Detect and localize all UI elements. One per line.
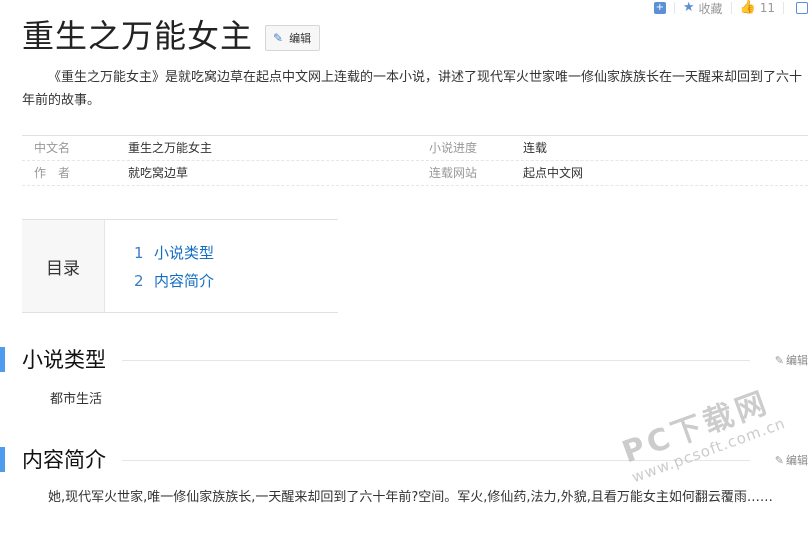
section-synopsis-header: 内容简介 ✎ 编辑 [0,445,808,475]
section-accent-bar [0,447,5,472]
top-toolbar: + ★ 收藏 👍 11 [653,0,808,16]
catalog-link[interactable]: 内容简介 [154,267,214,295]
section-divider [122,360,750,361]
catalog-list: 1 小说类型 2 内容简介 [105,220,214,312]
section-edit-link[interactable]: ✎ 编辑 [775,452,808,468]
share-icon [796,2,808,14]
toolbar-divider [673,2,675,14]
catalog-item-novel-type[interactable]: 1 小说类型 [134,239,214,267]
favorite-button[interactable]: ★ 收藏 [683,0,723,16]
pencil-icon: ✎ [273,31,284,45]
info-key: 小说进度 [429,141,478,155]
section-edit-label: 编辑 [786,454,808,467]
section-accent-bar [0,347,5,372]
info-row: 作 者 就吃窝边草 连载网站 起点中文网 [22,161,808,186]
section-title: 小说类型 [22,348,106,372]
like-button[interactable]: 👍 11 [740,0,775,16]
catalog-title: 目录 [22,220,105,312]
info-key: 中文名 [34,141,71,155]
catalog-number: 1 [134,244,144,262]
summary: 《重生之万能女主》是就吃窝边草在起点中文网上连载的一本小说，讲述了现代军火世家唯… [22,70,803,108]
catalog-number: 2 [134,272,144,290]
title-row: 重生之万能女主 ✎ 编辑 [22,14,321,58]
share-button[interactable] [792,0,808,16]
section-divider [122,460,750,461]
section-content: 都市生活 [50,392,103,407]
section-content: 她,现代军火世家,唯一修仙家族族长,一天醒来却回到了六十年前?空间。军火,修仙药… [48,490,773,505]
info-value: 重生之万能女主 [128,141,213,155]
thumbs-up-icon: 👍 [739,0,756,15]
info-key: 连载网站 [429,166,478,180]
edit-label: 编辑 [289,32,312,45]
add-button[interactable]: + [653,0,666,16]
like-count: 11 [759,1,775,15]
section-edit-label: 编辑 [786,354,808,367]
toolbar-divider [783,2,784,14]
catalog-link[interactable]: 小说类型 [154,239,214,267]
favorite-label: 收藏 [698,1,723,16]
section-novel-type-header: 小说类型 ✎ 编辑 [0,345,808,375]
pencil-icon: ✎ [774,354,784,367]
edit-button[interactable]: ✎ 编辑 [265,25,321,51]
info-value: 连载 [523,141,548,155]
info-row: 中文名 重生之万能女主 小说进度 连载 [22,135,808,161]
info-value: 起点中文网 [523,166,584,180]
catalog-item-synopsis[interactable]: 2 内容简介 [134,267,214,295]
page-title: 重生之万能女主 [22,17,254,55]
info-key: 作 者 [34,166,71,180]
star-icon: ★ [682,0,695,15]
catalog: 目录 1 小说类型 2 内容简介 [22,219,338,313]
section-title: 内容简介 [22,448,106,472]
info-value: 就吃窝边草 [128,166,189,180]
pencil-icon: ✎ [774,454,784,467]
toolbar-divider [730,2,732,14]
plus-square-icon: + [653,2,666,14]
section-edit-link[interactable]: ✎ 编辑 [775,352,808,368]
basic-info: 中文名 重生之万能女主 小说进度 连载 作 者 就吃窝边草 连载网站 起点中文网 [22,135,808,186]
